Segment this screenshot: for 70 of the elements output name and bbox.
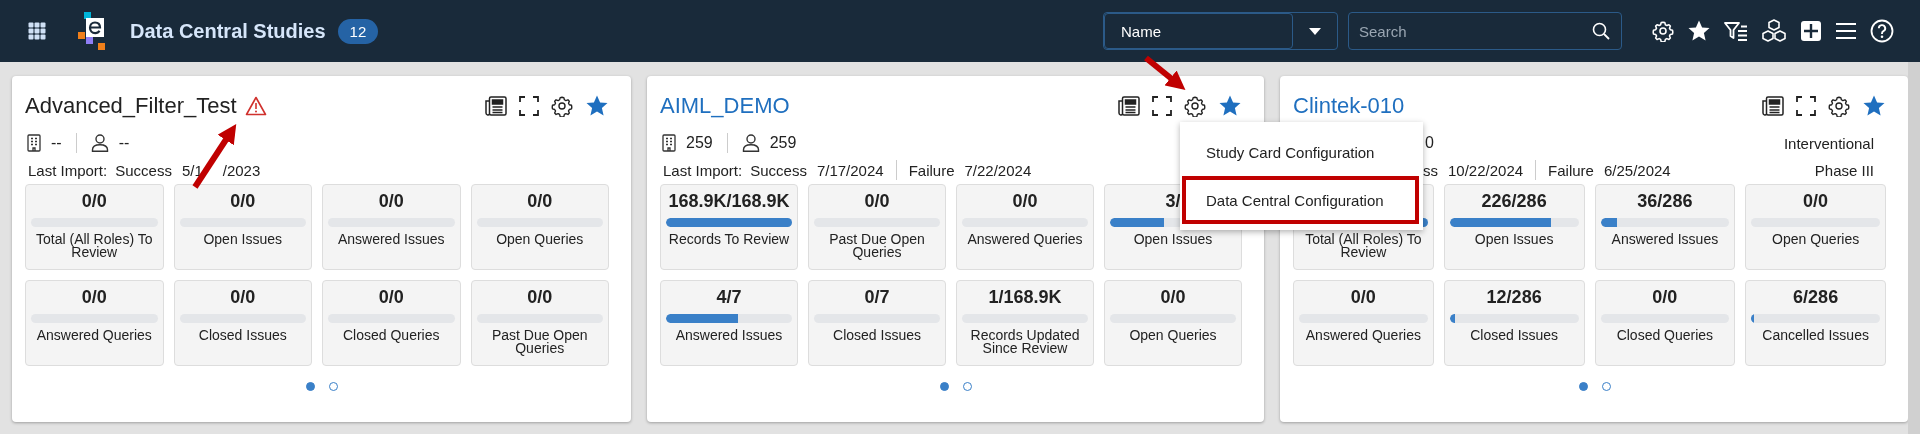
- metric-value: 0/0: [378, 191, 404, 213]
- metric-label: Closed Issues: [1470, 329, 1559, 342]
- metric-label: Total (All Roles) To Review: [35, 233, 154, 259]
- metric-label: Answered Queries: [36, 329, 152, 342]
- metric-value: 0/0: [864, 191, 890, 213]
- metric-label: Closed Queries: [1616, 329, 1714, 342]
- metric-value: 36/286: [1637, 191, 1693, 213]
- metric-label: Open Queries: [1129, 329, 1217, 342]
- import-date: 7/17/2024: [816, 161, 884, 179]
- import-label: Last Import:: [663, 161, 743, 179]
- metric-label: Open Queries: [496, 233, 584, 246]
- metric-label: Past Due Open Queries: [490, 329, 589, 355]
- metric-label: Answered Queries: [1305, 329, 1421, 342]
- metric-label: Open Issues: [1133, 233, 1213, 246]
- metric-label: Open Queries: [1772, 233, 1860, 246]
- metric-value: 1/168.9K: [988, 287, 1062, 309]
- metric-label: Closed Queries: [343, 329, 440, 342]
- metric-value: 0/0: [1012, 191, 1038, 213]
- metric-label: Records To Review: [668, 233, 790, 246]
- metric-label: Cancelled Issues: [1762, 329, 1869, 342]
- metric-value: 0/0: [81, 191, 107, 213]
- metric-value: 0/0: [527, 287, 553, 309]
- metric-label: Total (All Roles) To Review: [1304, 233, 1423, 259]
- metric-value: 0/0: [527, 191, 553, 213]
- study-phase: Phase III: [1814, 161, 1874, 179]
- metric-label: Open Issues: [1474, 233, 1554, 246]
- study-type: Interventional: [1783, 134, 1874, 152]
- import-date: 7/22/2024: [964, 161, 1032, 179]
- metric-value: 12/286: [1486, 287, 1542, 309]
- import-status: ss: [1423, 161, 1438, 179]
- study-title: Advanced_Filter_Test: [25, 93, 237, 119]
- metric-value: 0/0: [230, 287, 256, 309]
- metric-value: 0/7: [864, 287, 890, 309]
- import-label: Last Import:: [28, 161, 108, 179]
- count-value: --: [118, 134, 130, 152]
- app-title: Data Central Studies: [130, 19, 326, 43]
- metric-label: Closed Issues: [833, 329, 921, 342]
- metric-label: Past Due Open Queries: [828, 233, 926, 259]
- metric-value: 6/286: [1793, 287, 1839, 309]
- metric-label: Answered Issues: [337, 233, 445, 246]
- import-status: Success: [750, 161, 807, 179]
- metric-label: Answered Issues: [675, 329, 783, 342]
- count-value: 259: [769, 134, 797, 152]
- import-status: Failure: [1548, 161, 1594, 179]
- metric-value: 0/0: [1350, 287, 1376, 309]
- count-value: 0: [1425, 134, 1434, 152]
- import-date: 10/22/2024: [1448, 161, 1524, 179]
- import-date: 6/25/2024: [1603, 161, 1671, 179]
- import-status: Failure: [908, 161, 955, 179]
- metric-label: Records Updated Since Review: [969, 329, 1081, 355]
- import-date: 5/1: [181, 161, 203, 179]
- metric-value: 4/7: [716, 287, 742, 309]
- metric-value: 0/0: [81, 287, 107, 309]
- metric-value: 226/286: [1481, 191, 1547, 213]
- metric-value: 0/0: [1160, 287, 1186, 309]
- study-count: 12: [337, 18, 379, 44]
- metric-label: Answered Queries: [967, 233, 1083, 246]
- import-date: /2023: [222, 161, 261, 179]
- metric-value: 0/0: [1652, 287, 1678, 309]
- import-status: Success: [115, 161, 172, 179]
- metric-label: Closed Issues: [198, 329, 287, 342]
- metric-label: Answered Issues: [1611, 233, 1719, 246]
- metric-label: Open Issues: [203, 233, 283, 246]
- metric-value: 0/0: [378, 287, 404, 309]
- metric-value: 3/: [1165, 191, 1181, 213]
- metric-value: 0/0: [1803, 191, 1829, 213]
- metric-value: 168.9K/168.9K: [668, 191, 790, 213]
- metric-value: 0/0: [230, 191, 256, 213]
- count-value: --: [51, 134, 62, 152]
- count-value: 259: [686, 134, 713, 152]
